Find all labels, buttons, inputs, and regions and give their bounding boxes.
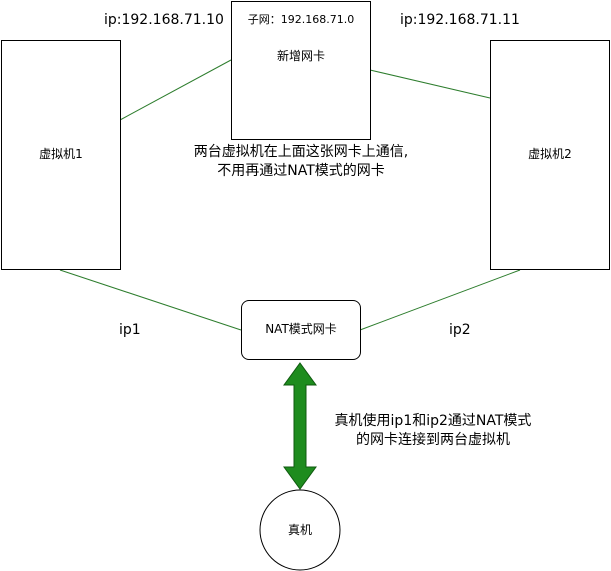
vm2-node[interactable]: 虚拟机2 [490,40,610,270]
nat-nic-node[interactable]: NAT模式网卡 [241,300,361,360]
new-nic-subnet: 子网：192.168.71.0 [247,13,355,26]
vm1-ip-label: ip:192.168.71.10 [104,12,224,28]
edge-vm1-nat-nic [59,269,242,331]
ip1-label: ip1 [119,322,141,338]
top-note: 两台虚拟机在上面这张网卡上通信, 不用再通过NAT模式的网卡 [171,143,431,181]
bottom-note-line2: 的网卡连接到两台虚拟机 [356,432,510,448]
new-nic-node[interactable]: 子网：192.168.71.0 新增网卡 [231,1,371,140]
edge-vm2-nat-nic [359,269,521,331]
nat-nic-label: NAT模式网卡 [265,322,337,337]
vm1-node[interactable]: 虚拟机1 [1,40,121,270]
edge-new-nic-vm2 [369,69,491,99]
top-note-line1: 两台虚拟机在上面这张网卡上通信, [193,144,409,160]
bottom-note-line1: 真机使用ip1和ip2通过NAT模式 [334,413,532,429]
ip2-label: ip2 [449,322,471,338]
host-label: 真机 [287,523,312,537]
vm2-ip-label: ip:192.168.71.11 [400,12,520,28]
edge-vm1-new-nic [119,59,232,121]
bottom-note: 真机使用ip1和ip2通过NAT模式 的网卡连接到两台虚拟机 [313,412,553,450]
new-nic-label: 新增网卡 [276,49,325,64]
vm1-label: 虚拟机1 [39,147,83,162]
bidirectional-arrow [283,362,317,490]
vm2-label: 虚拟机2 [528,147,572,162]
top-note-line2: 不用再通过NAT模式的网卡 [217,163,385,179]
